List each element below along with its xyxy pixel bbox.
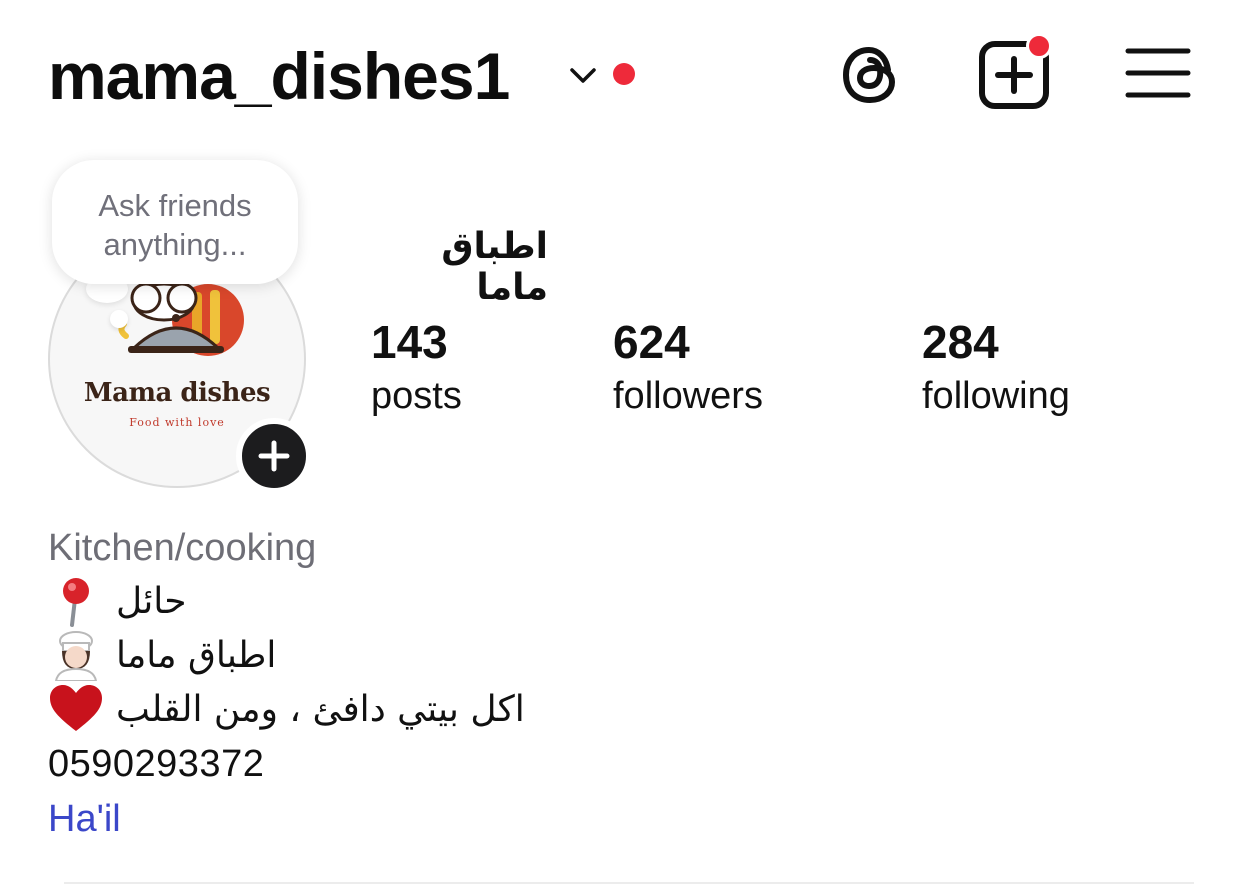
followers-stat[interactable]: 624 followers	[613, 316, 763, 424]
profile-category: Kitchen/cooking	[48, 527, 317, 569]
followers-count: 624	[613, 316, 690, 368]
note-placeholder: Ask friends anything...	[98, 188, 252, 262]
add-story-button[interactable]	[236, 418, 312, 494]
bio-name-text: اطباق ماما	[116, 634, 277, 676]
bio-phone: 0590293372	[48, 743, 265, 785]
notification-dot	[613, 63, 635, 85]
woman-cook-icon	[54, 631, 98, 681]
following-stat[interactable]: 284 following	[922, 316, 1070, 424]
note-bubble[interactable]: Ask friends anything...	[52, 160, 298, 284]
bio-line-name: اطباق ماما	[48, 628, 276, 682]
followers-label: followers	[613, 375, 763, 417]
hamburger-menu-icon[interactable]	[1124, 45, 1192, 101]
profile-page: mama_dishes1 Mama dishes Food with love …	[0, 0, 1241, 884]
round-pushpin-icon	[63, 578, 89, 627]
red-heart-icon	[50, 685, 102, 731]
bio-line-tagline: اكل بيتي دافئ ، ومن القلب	[48, 682, 525, 736]
posts-label: posts	[371, 375, 462, 417]
bio-line-location: حائل	[48, 574, 187, 628]
chevron-down-icon[interactable]	[566, 58, 600, 92]
location-link[interactable]: Ha'il	[48, 795, 121, 843]
display-name: اطباق ماما	[441, 226, 548, 308]
bio-tagline-text: اكل بيتي دافئ ، ومن القلب	[116, 688, 525, 730]
threads-icon[interactable]	[836, 40, 906, 110]
bio-location-text: حائل	[116, 580, 187, 622]
username[interactable]: mama_dishes1	[48, 36, 510, 116]
create-notification-dot	[1026, 33, 1052, 59]
note-bubble-tail-small	[110, 310, 128, 328]
following-label: following	[922, 375, 1070, 417]
posts-count: 143	[371, 316, 448, 368]
posts-stat[interactable]: 143 posts	[371, 316, 462, 424]
logo-title: Mama dishes	[83, 378, 271, 408]
plus-icon	[258, 440, 290, 472]
following-count: 284	[922, 316, 999, 368]
